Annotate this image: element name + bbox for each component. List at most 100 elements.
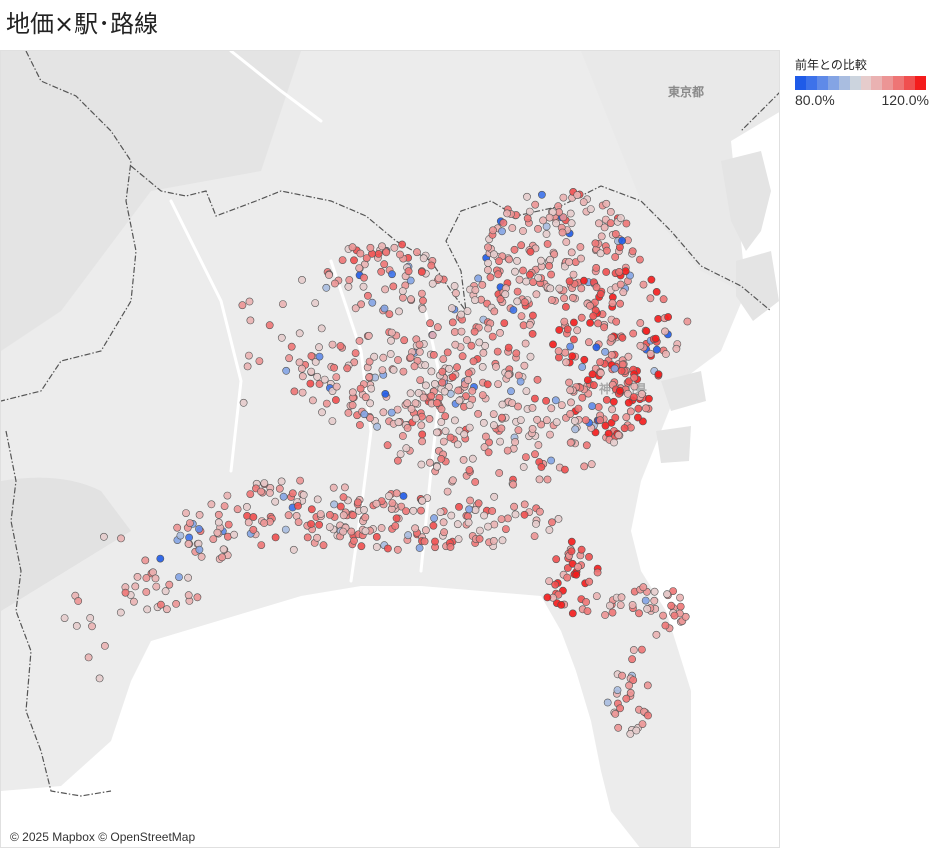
station-point[interactable] [546, 430, 554, 439]
station-point[interactable] [402, 507, 410, 515]
station-point[interactable] [296, 476, 304, 485]
station-point[interactable] [425, 458, 434, 467]
station-point[interactable] [607, 350, 616, 359]
station-point[interactable] [593, 568, 602, 577]
station-point[interactable] [616, 214, 625, 222]
station-point[interactable] [566, 438, 575, 447]
station-point[interactable] [417, 289, 426, 298]
station-point[interactable] [483, 266, 492, 274]
station-point[interactable] [322, 283, 331, 292]
station-point[interactable] [356, 384, 365, 393]
station-point[interactable] [516, 377, 525, 386]
station-point[interactable] [176, 531, 185, 540]
station-point[interactable] [345, 276, 354, 284]
station-point[interactable] [513, 256, 521, 265]
station-point[interactable] [443, 348, 452, 357]
station-point[interactable] [453, 520, 462, 529]
station-point[interactable] [417, 421, 426, 430]
station-point[interactable] [563, 325, 572, 334]
station-point[interactable] [567, 537, 576, 546]
station-point[interactable] [590, 381, 598, 390]
station-point[interactable] [585, 552, 593, 561]
station-point[interactable] [520, 361, 529, 370]
station-point[interactable] [339, 511, 348, 520]
station-point[interactable] [582, 598, 590, 606]
station-point[interactable] [542, 230, 551, 238]
station-point[interactable] [307, 352, 316, 360]
station-point[interactable] [534, 224, 542, 233]
station-point[interactable] [438, 378, 447, 387]
station-point[interactable] [490, 307, 499, 316]
station-point[interactable] [568, 352, 577, 360]
station-point[interactable] [588, 370, 597, 379]
station-point[interactable] [320, 375, 329, 384]
station-point[interactable] [385, 310, 394, 318]
station-point[interactable] [142, 574, 151, 582]
station-point[interactable] [523, 214, 532, 223]
station-point[interactable] [545, 261, 553, 270]
station-point[interactable] [574, 563, 582, 571]
station-point[interactable] [322, 399, 331, 408]
station-point[interactable] [329, 483, 338, 492]
station-point[interactable] [672, 344, 681, 353]
station-point[interactable] [411, 524, 419, 533]
station-point[interactable] [603, 698, 612, 707]
station-point[interactable] [578, 363, 587, 371]
station-point[interactable] [121, 588, 130, 597]
station-point[interactable] [566, 386, 575, 395]
station-point[interactable] [509, 306, 518, 314]
station-point[interactable] [547, 456, 555, 465]
station-point[interactable] [503, 446, 512, 455]
station-point[interactable] [172, 600, 180, 608]
station-point[interactable] [277, 477, 286, 486]
station-point[interactable] [391, 522, 400, 530]
station-point[interactable] [545, 526, 554, 534]
station-point[interactable] [404, 267, 413, 276]
station-point[interactable] [663, 590, 671, 599]
station-point[interactable] [504, 370, 513, 379]
station-point[interactable] [654, 370, 663, 379]
station-point[interactable] [315, 352, 324, 361]
station-point[interactable] [601, 347, 609, 356]
station-point[interactable] [634, 404, 643, 413]
station-point[interactable] [644, 711, 652, 720]
station-point[interactable] [295, 329, 304, 338]
station-point[interactable] [515, 275, 524, 284]
station-point[interactable] [463, 307, 472, 315]
station-point[interactable] [647, 275, 656, 284]
station-point[interactable] [554, 514, 563, 523]
station-point[interactable] [366, 243, 375, 252]
station-point[interactable] [446, 433, 455, 442]
station-point[interactable] [552, 219, 560, 228]
station-point[interactable] [639, 280, 648, 289]
station-point[interactable] [585, 577, 594, 586]
station-point[interactable] [399, 367, 408, 376]
station-point[interactable] [440, 387, 449, 396]
station-point[interactable] [156, 554, 165, 563]
station-point[interactable] [185, 533, 193, 542]
station-point[interactable] [484, 243, 492, 252]
station-point[interactable] [151, 574, 160, 583]
station-point[interactable] [474, 499, 483, 508]
station-point[interactable] [290, 387, 299, 396]
station-point[interactable] [457, 327, 466, 336]
station-point[interactable] [307, 520, 315, 528]
station-point[interactable] [398, 240, 406, 249]
station-point[interactable] [562, 358, 570, 367]
station-point[interactable] [484, 259, 492, 267]
station-point[interactable] [285, 354, 293, 363]
station-point[interactable] [577, 284, 586, 293]
station-point[interactable] [630, 373, 639, 382]
station-point[interactable] [490, 492, 499, 501]
station-point[interactable] [567, 219, 576, 228]
station-point[interactable] [585, 338, 593, 347]
station-point[interactable] [255, 357, 264, 365]
station-point[interactable] [659, 295, 668, 304]
station-point[interactable] [468, 386, 477, 395]
station-point[interactable] [601, 421, 610, 430]
station-point[interactable] [355, 421, 364, 429]
station-point[interactable] [383, 441, 392, 450]
station-point[interactable] [592, 283, 601, 292]
station-point[interactable] [298, 275, 306, 284]
station-point[interactable] [628, 601, 637, 609]
